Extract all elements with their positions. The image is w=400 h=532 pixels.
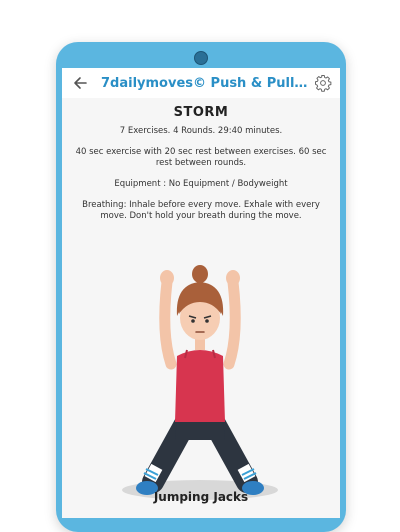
workout-breathing: Breathing: Inhale before every move. Exh… (82, 200, 320, 221)
app-bar: 7dailymoves© Push & Pull work... (62, 68, 340, 98)
app-screen: 7dailymoves© Push & Pull work... STORM 7… (62, 68, 340, 518)
back-arrow-icon (74, 77, 87, 89)
workout-summary: 7 Exercises. 4 Rounds. 29:40 minutes. (119, 126, 283, 136)
app-title: 7dailymoves© Push & Pull work... (101, 75, 310, 91)
workout-details: STORM 7 Exercises. 4 Rounds. 29:40 minut… (62, 98, 340, 518)
workout-name: STORM (173, 105, 229, 120)
back-button[interactable] (65, 68, 95, 98)
exercise-name: Jumping Jacks (153, 490, 249, 504)
workout-timing: 40 sec exercise with 20 sec rest between… (75, 147, 327, 168)
gear-icon (315, 75, 332, 92)
settings-button[interactable] (310, 68, 336, 98)
workout-equipment: Equipment : No Equipment / Bodyweight (114, 179, 288, 189)
exercise-illustration (122, 265, 278, 500)
camera-icon (194, 51, 208, 65)
